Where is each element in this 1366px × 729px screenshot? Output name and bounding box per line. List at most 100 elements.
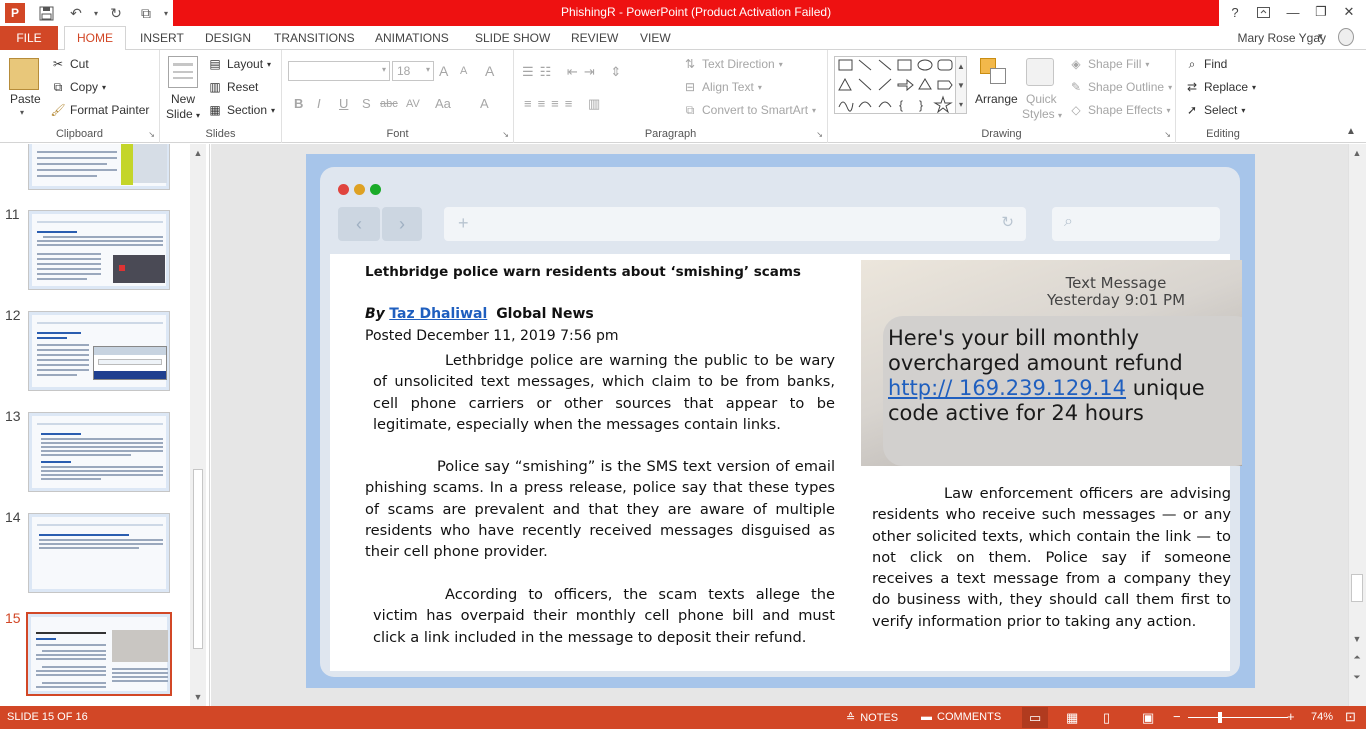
reset-button[interactable]: ▥ Reset — [207, 79, 258, 95]
ribbon-display-options-icon[interactable] — [1252, 2, 1274, 22]
text-direction-button[interactable]: ⇅ Text Direction ▾ — [682, 56, 783, 72]
layout-button[interactable]: ▤ Layout ▾ — [207, 56, 271, 72]
grow-font-icon[interactable]: A — [439, 63, 448, 79]
slide-sorter-icon[interactable]: ▦ — [1066, 710, 1078, 726]
scroll-down-icon[interactable]: ▼ — [191, 690, 205, 704]
tab-transitions[interactable]: TRANSITIONS — [274, 31, 355, 45]
slide-thumbnail-12[interactable] — [28, 311, 170, 391]
arrange-button[interactable]: Arrange — [975, 92, 1018, 106]
paragraph-1[interactable]: Lethbridge police are warning the public… — [373, 350, 835, 435]
select-button[interactable]: ➚ Select ▾ — [1184, 102, 1245, 118]
fit-to-window-icon[interactable]: ⊡ — [1345, 709, 1356, 725]
tab-view[interactable]: VIEW — [640, 31, 671, 45]
find-button[interactable]: ⌕ Find — [1184, 56, 1228, 72]
new-slide-label-1[interactable]: New — [171, 92, 195, 106]
paragraph-launcher-icon[interactable]: ↘ — [816, 130, 823, 139]
tab-home[interactable]: HOME — [64, 26, 126, 51]
tab-design[interactable]: DESIGN — [205, 31, 251, 45]
italic-button[interactable]: I — [317, 96, 321, 111]
copy-button[interactable]: ⧉ Copy ▾ — [50, 79, 106, 95]
clipboard-launcher-icon[interactable]: ↘ — [148, 130, 155, 139]
character-spacing-button[interactable]: AV — [406, 98, 420, 110]
zoom-in-icon[interactable]: + — [1287, 709, 1295, 724]
undo-dropdown-icon[interactable]: ▾ — [86, 3, 106, 23]
slide-thumbnail-14[interactable] — [28, 513, 170, 593]
minimize-icon[interactable]: — — [1282, 2, 1304, 22]
new-slide-icon[interactable] — [168, 56, 198, 88]
slide-panel-scrollbar[interactable]: ▲ ▼ — [190, 144, 206, 706]
save-icon[interactable] — [36, 3, 56, 23]
user-dropdown-icon[interactable]: ▾ — [1318, 31, 1323, 42]
shape-effects-button[interactable]: ◇ Shape Effects ▾ — [1068, 102, 1170, 118]
shadow-button[interactable]: S — [362, 96, 371, 111]
previous-slide-icon[interactable]: ⏶ — [1350, 650, 1364, 664]
zoom-slider-track[interactable] — [1188, 717, 1288, 718]
text-message-photo[interactable]: Text Message Yesterday 9:01 PM Here's yo… — [861, 260, 1242, 466]
slide-show-icon[interactable]: ▣ — [1142, 710, 1154, 726]
comments-button[interactable]: ▬ COMMENTS — [921, 711, 1001, 723]
scroll-down-icon[interactable]: ▼ — [1350, 632, 1364, 646]
start-slideshow-icon[interactable]: ⧉ — [136, 3, 156, 23]
paste-button[interactable]: Paste — [10, 92, 41, 106]
shape-fill-button[interactable]: ◈ Shape Fill ▾ — [1068, 56, 1149, 72]
posted-date[interactable]: Posted December 11, 2019 7:56 pm — [365, 328, 619, 344]
font-size-input[interactable]: 18 ▾ — [392, 61, 434, 81]
list-buttons-icon[interactable]: ☰☷ ⇤⇥ ⇕ — [522, 64, 627, 80]
close-icon[interactable]: ✕ — [1338, 2, 1360, 22]
scroll-up-icon[interactable]: ▲ — [191, 146, 205, 160]
bold-button[interactable]: B — [294, 96, 303, 111]
align-text-button[interactable]: ⊟ Align Text ▾ — [682, 79, 762, 95]
slide-thumbnail-panel[interactable]: 11 12 13 14 15 ▲ ▼ — [0, 144, 210, 706]
user-name[interactable]: Mary Rose Ygay — [1238, 31, 1326, 45]
font-color-button[interactable]: A — [480, 96, 489, 111]
paste-icon[interactable] — [9, 58, 39, 90]
paragraph-2[interactable]: Police say “smishing” is the SMS text ve… — [365, 456, 835, 562]
shape-outline-button[interactable]: ✎ Shape Outline ▾ — [1068, 79, 1172, 95]
avatar[interactable] — [1338, 28, 1354, 46]
section-button[interactable]: ▦ Section ▾ — [207, 102, 275, 118]
zoom-slider-thumb[interactable] — [1218, 712, 1222, 723]
slide-scrollbar[interactable]: ▲ ▼ ⏶ ⏷ — [1348, 144, 1366, 706]
undo-icon[interactable]: ↶ — [66, 3, 86, 23]
collapse-ribbon-icon[interactable]: ▲ — [1346, 126, 1356, 137]
slide-thumbnail-13[interactable] — [28, 412, 170, 492]
normal-view-icon[interactable]: ▭ — [1029, 710, 1041, 726]
slide-thumbnail-11[interactable] — [28, 210, 170, 290]
copy-dropdown-icon[interactable]: ▾ — [102, 83, 106, 92]
next-slide-icon[interactable]: ⏷ — [1350, 670, 1364, 684]
underline-button[interactable]: U — [339, 96, 348, 111]
tab-slide-show[interactable]: SLIDE SHOW — [475, 31, 550, 45]
article-headline[interactable]: Lethbridge police warn residents about ‘… — [365, 264, 801, 280]
author-link[interactable]: Taz Dhaliwal — [389, 306, 487, 322]
paste-dropdown-icon[interactable]: ▾ — [20, 108, 24, 117]
article-byline[interactable]: By Taz Dhaliwal Global News — [365, 306, 594, 322]
scroll-thumb[interactable] — [1351, 574, 1363, 602]
shapes-gallery-scroll[interactable]: ▲ ▼ ▾ — [955, 56, 967, 114]
clear-formatting-icon[interactable]: A — [485, 63, 494, 79]
paragraph-4[interactable]: Law enforcement officers are advising re… — [872, 483, 1231, 632]
quick-styles-icon[interactable] — [1026, 58, 1054, 86]
help-icon[interactable]: ? — [1224, 2, 1246, 22]
drawing-launcher-icon[interactable]: ↘ — [1164, 130, 1171, 139]
alignment-buttons-icon[interactable]: ≡≡≡≡ ▥ — [524, 96, 606, 112]
scroll-up-icon[interactable]: ▲ — [1350, 146, 1364, 160]
slide-editing-area[interactable]: ‹ › + ↻ ⌕ Lethbridge police warn residen… — [211, 144, 1348, 706]
arrange-icon[interactable] — [980, 58, 1008, 86]
slide[interactable]: ‹ › + ↻ ⌕ Lethbridge police warn residen… — [306, 154, 1255, 688]
smartart-button[interactable]: ⧉ Convert to SmartArt ▾ — [682, 102, 816, 118]
paragraph-3[interactable]: According to officers, the scam texts al… — [373, 584, 835, 648]
tab-file[interactable]: FILE — [0, 26, 58, 50]
replace-button[interactable]: ⇄ Replace ▾ — [1184, 79, 1256, 95]
zoom-out-icon[interactable]: − — [1173, 709, 1181, 724]
tab-animations[interactable]: ANIMATIONS — [375, 31, 449, 45]
shapes-gallery[interactable]: {} — [834, 56, 962, 114]
reading-view-icon[interactable]: ▯ — [1103, 710, 1110, 726]
tab-insert[interactable]: INSERT — [140, 31, 184, 45]
cut-button[interactable]: ✂ Cut — [50, 56, 89, 72]
quick-styles-button[interactable]: Styles ▾ — [1022, 107, 1062, 121]
font-name-input[interactable]: ▾ — [288, 61, 390, 81]
zoom-level[interactable]: 74% — [1311, 711, 1333, 723]
slide-thumbnail-15[interactable] — [26, 612, 172, 696]
shrink-font-icon[interactable]: A — [460, 65, 467, 77]
format-painter-button[interactable]: 🖌 Format Painter — [50, 102, 149, 118]
